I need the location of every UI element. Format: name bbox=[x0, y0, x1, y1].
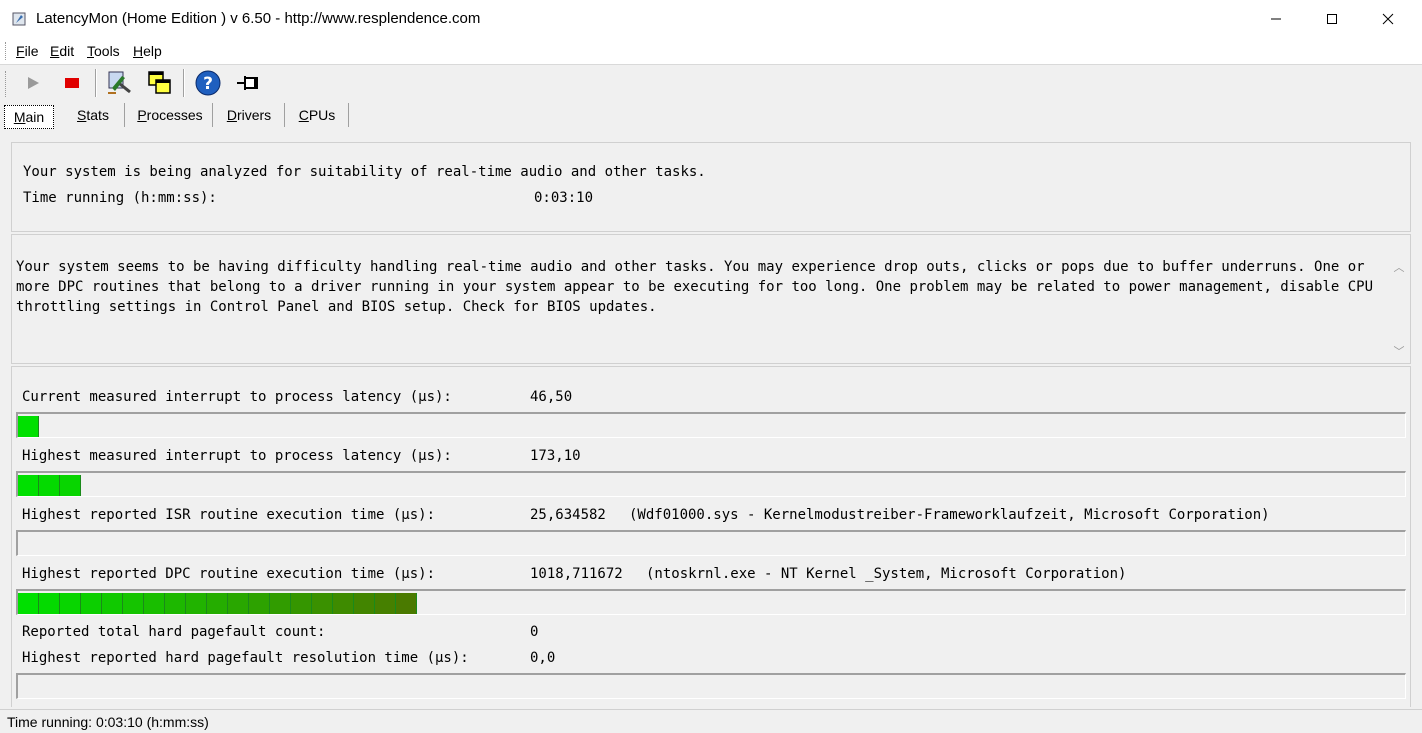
metric-label: Highest reported hard pagefault resoluti… bbox=[22, 650, 469, 666]
minimize-button[interactable] bbox=[1248, 0, 1304, 38]
metric-detail: (Wdf01000.sys - Kernelmodustreiber-Frame… bbox=[629, 507, 1270, 523]
minimize-icon bbox=[1271, 18, 1281, 20]
bar-segment bbox=[291, 593, 312, 614]
menu-grip bbox=[5, 42, 8, 60]
pin-button[interactable] bbox=[234, 69, 262, 97]
metric-detail: (ntoskrnl.exe - NT Kernel _System, Micro… bbox=[646, 566, 1127, 582]
toolbar: ? bbox=[0, 65, 1422, 101]
help-button[interactable]: ? bbox=[194, 69, 222, 97]
metric-label: Highest reported ISR routine execution t… bbox=[22, 507, 436, 523]
metric-value: 0 bbox=[530, 624, 539, 640]
menu-help[interactable]: Help bbox=[133, 43, 162, 59]
metric-label: Highest measured interrupt to process la… bbox=[22, 448, 452, 464]
scroll-up-icon[interactable]: ︿ bbox=[1392, 259, 1406, 274]
metrics-panel: Current measured interrupt to process la… bbox=[11, 366, 1411, 707]
close-button[interactable] bbox=[1360, 0, 1416, 38]
status-bar: Time running: 0:03:10 (h:mm:ss) bbox=[0, 709, 1422, 733]
bar-segment bbox=[144, 593, 165, 614]
bar-segment bbox=[354, 593, 375, 614]
toolbar-separator bbox=[183, 69, 185, 97]
menu-edit[interactable]: Edit bbox=[50, 43, 74, 59]
bar-segment bbox=[312, 593, 333, 614]
metric-value: 0,0 bbox=[530, 650, 556, 666]
analyze-icon bbox=[108, 71, 131, 94]
bar-segment bbox=[102, 593, 123, 614]
menu-file[interactable]: File bbox=[16, 43, 39, 59]
tab-cpus[interactable]: CPUs bbox=[286, 103, 349, 127]
bar-segment bbox=[396, 593, 417, 614]
menu-bar: File Edit Tools Help bbox=[0, 38, 1422, 65]
scroll-down-icon[interactable]: ﹀ bbox=[1392, 343, 1406, 358]
stop-button[interactable] bbox=[58, 69, 86, 97]
svg-text:?: ? bbox=[203, 74, 213, 94]
bar-segment bbox=[228, 593, 249, 614]
bar-segment bbox=[39, 475, 60, 496]
latency-bar bbox=[16, 530, 1406, 556]
metric-value: 1018,711672 bbox=[530, 566, 623, 582]
bar-segment bbox=[333, 593, 354, 614]
metric-value: 25,634582 bbox=[530, 507, 606, 523]
window-title: LatencyMon (Home Edition ) v 6.50 - http… bbox=[36, 10, 481, 27]
analysis-status-text: Your system is being analyzed for suitab… bbox=[23, 164, 706, 180]
menu-tools[interactable]: Tools bbox=[87, 43, 120, 59]
metric-value: 173,10 bbox=[530, 448, 581, 464]
analysis-status-panel: Your system is being analyzed for suitab… bbox=[11, 142, 1411, 232]
bar-segment bbox=[270, 593, 291, 614]
bar-segment bbox=[18, 416, 39, 437]
maximize-button[interactable] bbox=[1304, 0, 1360, 38]
latency-bar bbox=[16, 589, 1406, 615]
bar-segment bbox=[207, 593, 228, 614]
close-icon bbox=[1382, 13, 1394, 25]
toolbar-separator bbox=[95, 69, 97, 97]
bar-segment bbox=[60, 475, 81, 496]
play-icon bbox=[28, 77, 39, 89]
bar-segment bbox=[186, 593, 207, 614]
time-running-label: Time running (h:mm:ss): bbox=[23, 190, 217, 206]
conclusion-message-panel[interactable]: Your system seems to be having difficult… bbox=[11, 234, 1411, 364]
start-button[interactable] bbox=[19, 69, 47, 97]
bar-segment bbox=[165, 593, 186, 614]
title-bar[interactable]: LatencyMon (Home Edition ) v 6.50 - http… bbox=[0, 0, 1422, 38]
status-bar-text: Time running: 0:03:10 (h:mm:ss) bbox=[7, 714, 209, 730]
help-icon: ? bbox=[195, 70, 221, 96]
tab-stats[interactable]: Stats bbox=[62, 103, 125, 127]
metric-label: Highest reported DPC routine execution t… bbox=[22, 566, 436, 582]
time-running-value: 0:03:10 bbox=[534, 190, 594, 206]
bar-segment bbox=[375, 593, 396, 614]
maximize-icon bbox=[1327, 14, 1337, 24]
toolbar-grip bbox=[5, 71, 8, 97]
tab-processes[interactable]: Processes bbox=[128, 103, 213, 127]
bar-segment bbox=[18, 475, 39, 496]
latency-bar bbox=[16, 471, 1406, 497]
bar-segment bbox=[60, 593, 81, 614]
windows-button[interactable] bbox=[146, 69, 174, 97]
bar-segment bbox=[123, 593, 144, 614]
bar-segment bbox=[18, 593, 39, 614]
latency-bar bbox=[16, 412, 1406, 438]
app-icon bbox=[12, 12, 26, 26]
bar-segment bbox=[81, 593, 102, 614]
windows-icon bbox=[148, 71, 171, 94]
metric-label: Reported total hard pagefault count: bbox=[22, 624, 326, 640]
pin-icon bbox=[237, 76, 258, 90]
bar-segment bbox=[39, 593, 60, 614]
conclusion-message-text: Your system seems to be having difficult… bbox=[16, 259, 1374, 315]
latency-bar bbox=[16, 673, 1406, 699]
stop-icon bbox=[65, 78, 79, 88]
metric-value: 46,50 bbox=[530, 389, 573, 405]
tab-strip: Main Stats Processes Drivers CPUs bbox=[0, 101, 1422, 131]
tab-drivers[interactable]: Drivers bbox=[214, 103, 285, 127]
metric-label: Current measured interrupt to process la… bbox=[22, 389, 452, 405]
tab-main[interactable]: Main bbox=[4, 105, 54, 129]
analyze-button[interactable] bbox=[105, 69, 133, 97]
bar-segment bbox=[249, 593, 270, 614]
